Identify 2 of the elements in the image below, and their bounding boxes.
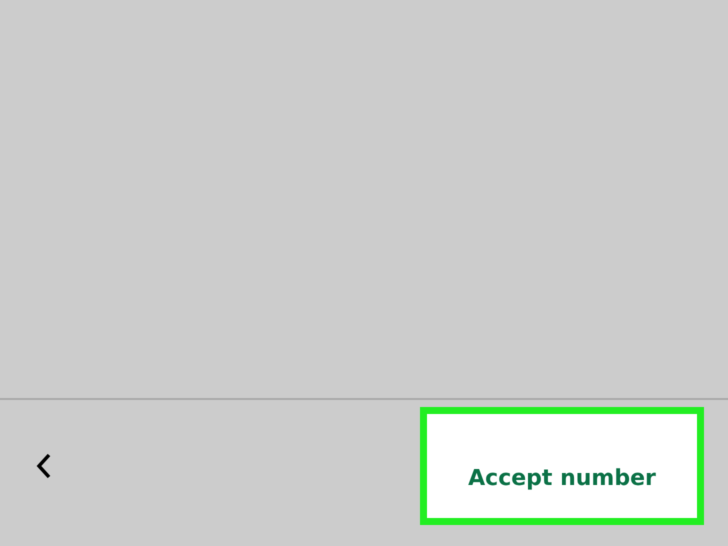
back-icon[interactable] bbox=[36, 453, 52, 479]
accept-number-button[interactable]: Accept number bbox=[420, 407, 704, 525]
